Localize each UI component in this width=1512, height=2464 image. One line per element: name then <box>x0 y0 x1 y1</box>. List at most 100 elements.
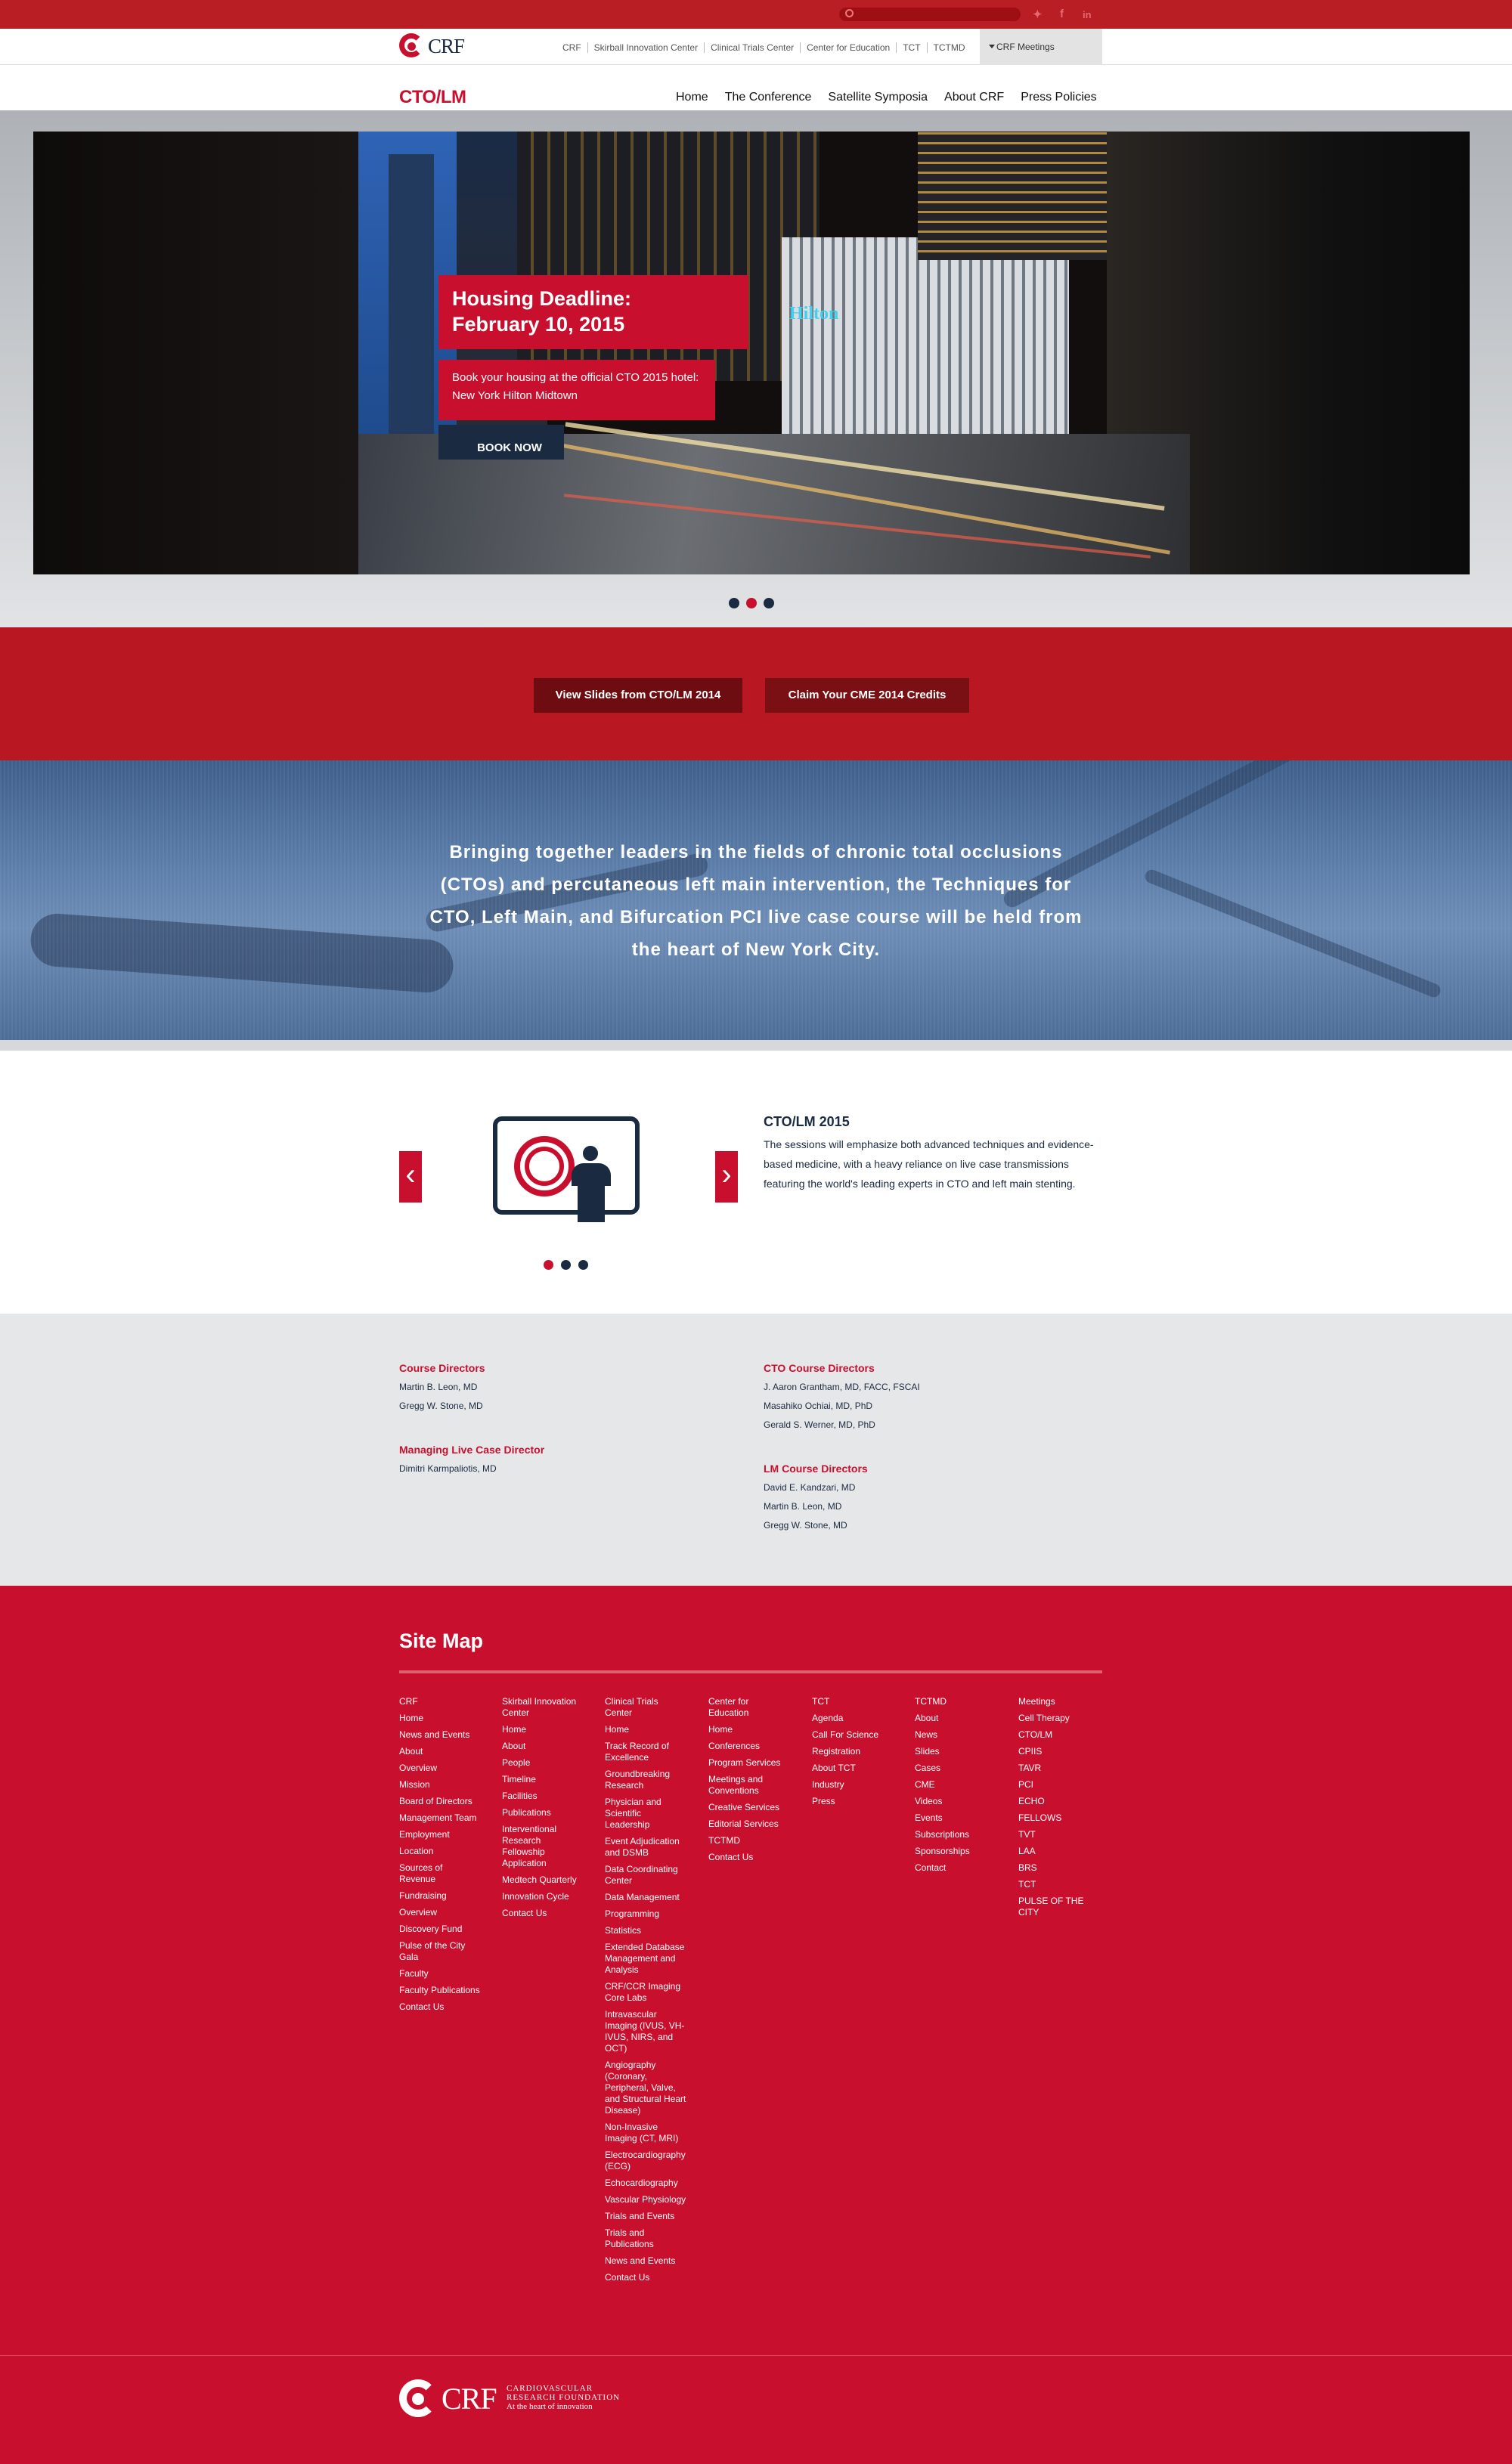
hero-dot-1[interactable] <box>729 598 739 608</box>
sitemap-link[interactable]: Faculty Publications <box>399 1985 481 1996</box>
sitemap-link[interactable]: ECHO <box>1018 1796 1100 1807</box>
book-now-button[interactable]: BOOK NOW <box>438 425 564 460</box>
linkedin-icon[interactable]: in <box>1083 9 1092 20</box>
network-link-skirball[interactable]: Skirball Innovation Center <box>587 42 704 53</box>
sitemap-link[interactable]: Sponsorships <box>915 1846 996 1857</box>
sitemap-link[interactable]: Fundraising <box>399 1890 481 1902</box>
sitemap-link[interactable]: Center for Education <box>708 1696 790 1719</box>
sitemap-link[interactable]: Home <box>399 1713 481 1724</box>
sitemap-link[interactable]: Trials and Publications <box>605 2227 686 2250</box>
sitemap-link[interactable]: Data Management <box>605 1892 686 1903</box>
sitemap-link[interactable]: CME <box>915 1779 996 1791</box>
sitemap-link[interactable]: Cases <box>915 1763 996 1774</box>
network-link-crf[interactable]: CRF <box>558 42 587 53</box>
sitemap-link[interactable]: Groundbreaking Research <box>605 1769 686 1791</box>
sitemap-link[interactable]: News and Events <box>605 2255 686 2267</box>
sitemap-link[interactable]: Track Record of Excellence <box>605 1741 686 1763</box>
sitemap-link[interactable]: LAA <box>1018 1846 1100 1857</box>
site-title[interactable]: CTO/LM <box>399 87 466 108</box>
sitemap-link[interactable]: Cell Therapy <box>1018 1713 1100 1724</box>
feature-dot-3[interactable] <box>578 1260 588 1270</box>
sitemap-link[interactable]: Slides <box>915 1746 996 1757</box>
sitemap-link[interactable]: Contact Us <box>605 2272 686 2283</box>
sitemap-link[interactable]: Medtech Quarterly <box>502 1874 584 1886</box>
sitemap-link[interactable]: Publications <box>502 1807 584 1819</box>
sitemap-link[interactable]: Statistics <box>605 1925 686 1936</box>
claim-cme-button[interactable]: Claim Your CME 2014 Credits <box>765 678 969 713</box>
sitemap-link[interactable]: News <box>915 1729 996 1741</box>
hero-dot-3[interactable] <box>764 598 774 608</box>
sitemap-link[interactable]: Mission <box>399 1779 481 1791</box>
sitemap-link[interactable]: Press <box>812 1796 894 1807</box>
sitemap-link[interactable]: Editorial Services <box>708 1819 790 1830</box>
sitemap-link[interactable]: Home <box>502 1724 584 1735</box>
crf-logo-text[interactable]: CRF <box>428 35 465 58</box>
sitemap-link[interactable]: Extended Database Management and Analysi… <box>605 1942 686 1976</box>
sitemap-link[interactable]: PULSE OF THE CITY <box>1018 1896 1100 1918</box>
sitemap-link[interactable]: Intravascular Imaging (IVUS, VH-IVUS, NI… <box>605 2009 686 2054</box>
sitemap-link[interactable]: TAVR <box>1018 1763 1100 1774</box>
sitemap-link[interactable]: Innovation Cycle <box>502 1891 584 1902</box>
search-input[interactable] <box>857 8 1016 21</box>
sitemap-link[interactable]: About <box>399 1746 481 1757</box>
sitemap-link[interactable]: Board of Directors <box>399 1796 481 1807</box>
search-icon[interactable] <box>845 9 854 17</box>
sitemap-link[interactable]: Trials and Events <box>605 2211 686 2222</box>
feature-dot-1[interactable] <box>544 1260 553 1270</box>
sitemap-link[interactable]: Home <box>605 1724 686 1735</box>
network-link-clinical-trials[interactable]: Clinical Trials Center <box>704 42 800 53</box>
sitemap-link[interactable]: Skirball Innovation Center <box>502 1696 584 1719</box>
sitemap-link[interactable]: Overview <box>399 1763 481 1774</box>
nav-press-policies[interactable]: Press Policies <box>1021 91 1096 104</box>
sitemap-link[interactable]: Home <box>708 1724 790 1735</box>
facebook-icon[interactable]: f <box>1060 8 1064 20</box>
sitemap-link[interactable]: CRF <box>399 1696 481 1707</box>
carousel-prev-arrow-icon[interactable]: ‹ <box>399 1151 422 1203</box>
sitemap-link[interactable]: TCT <box>1018 1879 1100 1890</box>
sitemap-link[interactable]: Call For Science <box>812 1729 894 1741</box>
network-link-tct[interactable]: TCT <box>896 42 926 53</box>
nav-satellite-symposia[interactable]: Satellite Symposia <box>828 91 928 104</box>
sitemap-link[interactable]: Industry <box>812 1779 894 1791</box>
sitemap-link[interactable]: CRF/CCR Imaging Core Labs <box>605 1981 686 2004</box>
sitemap-link[interactable]: Contact <box>915 1862 996 1874</box>
sitemap-link[interactable]: Subscriptions <box>915 1829 996 1840</box>
sitemap-link[interactable]: Timeline <box>502 1774 584 1785</box>
sitemap-link[interactable]: Physician and Scientific Leadership <box>605 1797 686 1831</box>
sitemap-link[interactable]: PCI <box>1018 1779 1100 1791</box>
sitemap-link[interactable]: About <box>915 1713 996 1724</box>
sitemap-link[interactable]: CTO/LM <box>1018 1729 1100 1741</box>
sitemap-link[interactable]: TCTMD <box>915 1696 996 1707</box>
carousel-next-arrow-icon[interactable]: › <box>715 1151 738 1203</box>
sitemap-link[interactable]: Angiography (Coronary, Peripheral, Valve… <box>605 2060 686 2116</box>
sitemap-link[interactable]: Facilities <box>502 1791 584 1802</box>
view-slides-button[interactable]: View Slides from CTO/LM 2014 <box>534 678 742 713</box>
sitemap-link[interactable]: Location <box>399 1846 481 1857</box>
sitemap-link[interactable]: FELLOWS <box>1018 1812 1100 1824</box>
search-box[interactable] <box>839 8 1021 21</box>
sitemap-link[interactable]: Contact Us <box>399 2001 481 2013</box>
sitemap-link[interactable]: Overview <box>399 1907 481 1918</box>
sitemap-link[interactable]: Vascular Physiology <box>605 2194 686 2206</box>
sitemap-link[interactable]: Interventional Research Fellowship Appli… <box>502 1824 584 1869</box>
sitemap-link[interactable]: Non-Invasive Imaging (CT, MRI) <box>605 2122 686 2144</box>
sitemap-link[interactable]: Meetings and Conventions <box>708 1774 790 1797</box>
sitemap-link[interactable]: Programming <box>605 1908 686 1920</box>
sitemap-link[interactable]: Electrocardiography (ECG) <box>605 2150 686 2172</box>
network-link-tctmd[interactable]: TCTMD <box>926 42 971 53</box>
sitemap-link[interactable]: CPIIS <box>1018 1746 1100 1757</box>
sitemap-link[interactable]: Data Coordinating Center <box>605 1864 686 1887</box>
sitemap-link[interactable]: Events <box>915 1812 996 1824</box>
sitemap-link[interactable]: News and Events <box>399 1729 481 1741</box>
sitemap-link[interactable]: Meetings <box>1018 1696 1100 1707</box>
sitemap-link[interactable]: About TCT <box>812 1763 894 1774</box>
sitemap-link[interactable]: Sources of Revenue <box>399 1862 481 1885</box>
sitemap-link[interactable]: Creative Services <box>708 1802 790 1813</box>
sitemap-link[interactable]: Discovery Fund <box>399 1924 481 1935</box>
twitter-icon[interactable]: ✦ <box>1033 8 1043 21</box>
sitemap-link[interactable]: BRS <box>1018 1862 1100 1874</box>
feature-dot-2[interactable] <box>561 1260 571 1270</box>
sitemap-link[interactable]: About <box>502 1741 584 1752</box>
sitemap-link[interactable]: Event Adjudication and DSMB <box>605 1836 686 1859</box>
network-link-education[interactable]: Center for Education <box>800 42 896 53</box>
